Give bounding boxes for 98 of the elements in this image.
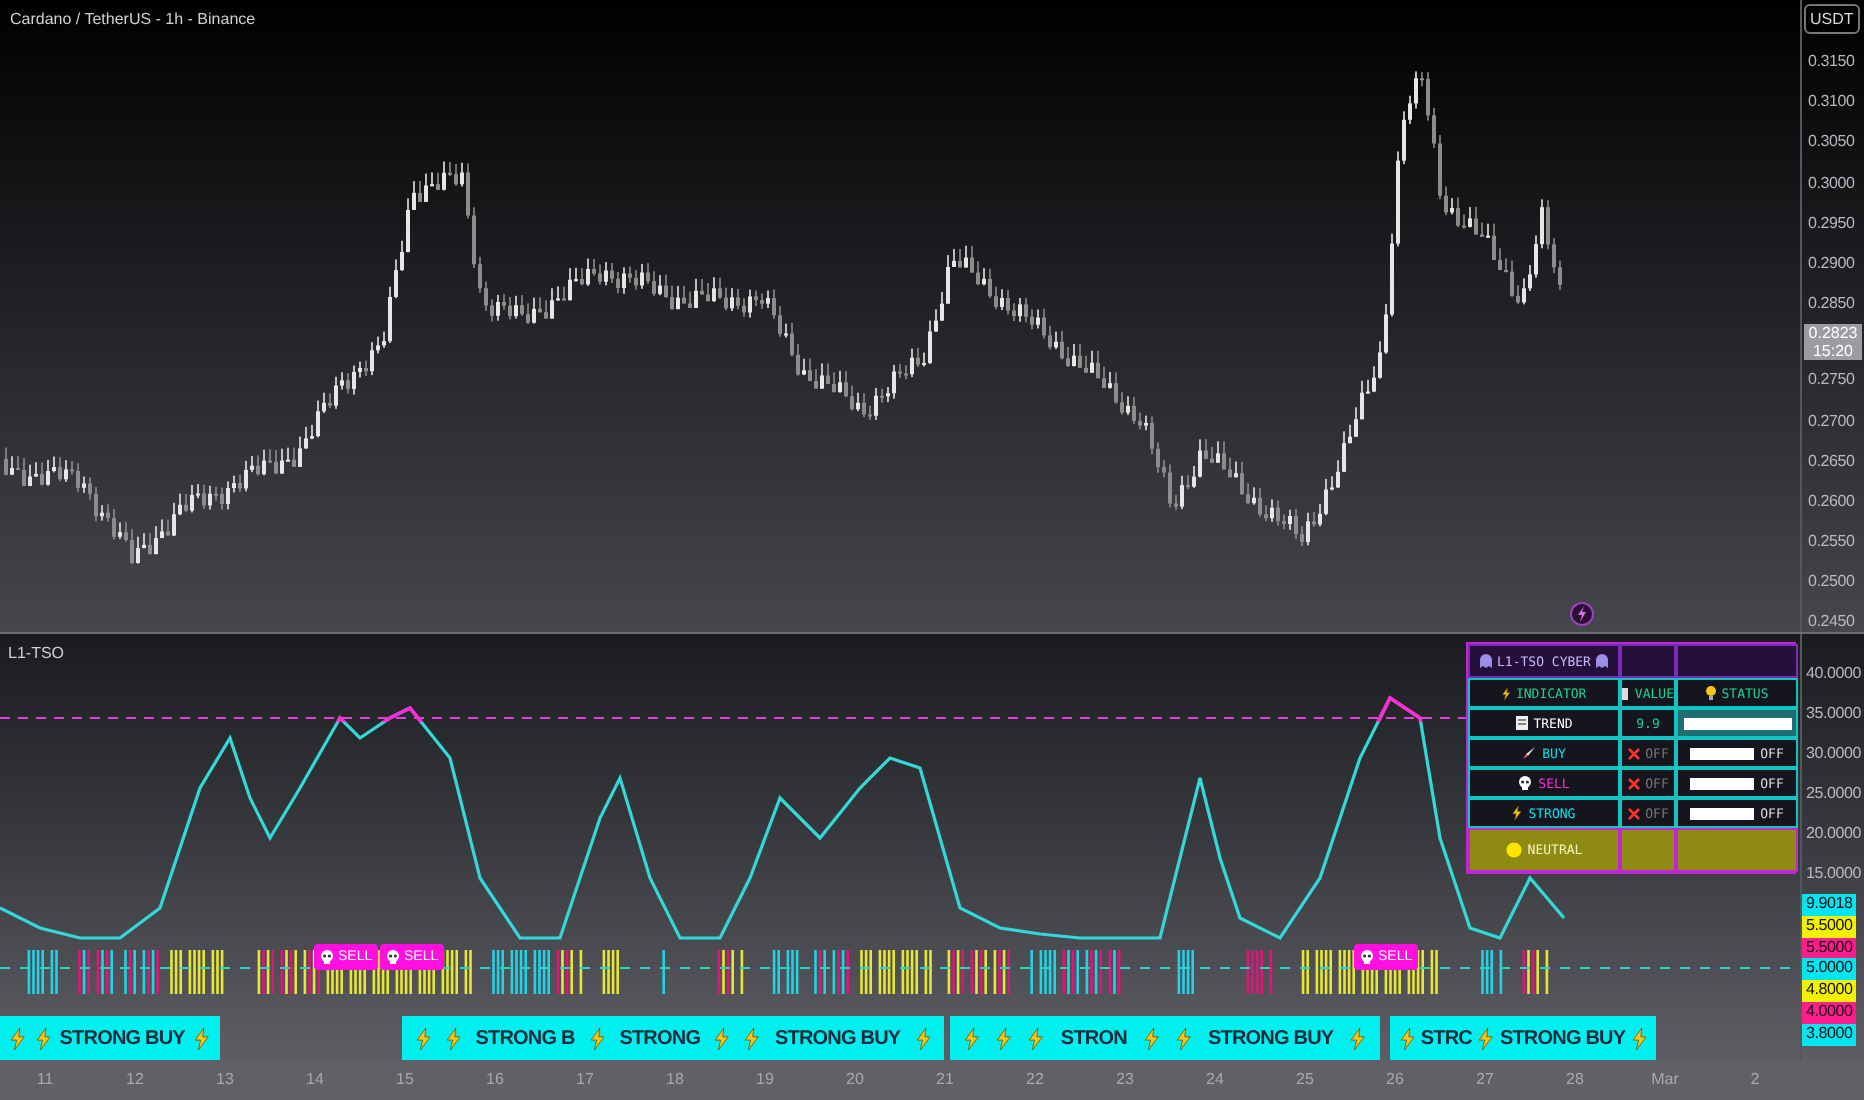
signal-text: STRON	[1060, 1027, 1127, 1049]
time-label: 28	[1564, 1068, 1586, 1092]
lightning-icon	[1631, 1027, 1647, 1049]
bar-countdown: 15:20	[1812, 342, 1854, 361]
indicator-axis-label: 25.0000	[1804, 782, 1862, 806]
price-label: 0.2550	[1806, 530, 1855, 555]
indicator-title: L1-TSO	[8, 644, 65, 662]
indicator-axis-label: 15.0000	[1804, 862, 1862, 886]
signal-text: STRONG B	[475, 1027, 575, 1049]
lightning-icon	[964, 1027, 980, 1049]
ghost-icon	[1479, 654, 1492, 668]
time-label: 27	[1474, 1068, 1496, 1092]
time-label: 22	[1024, 1068, 1046, 1092]
time-label: 26	[1384, 1068, 1406, 1092]
price-label: 0.2900	[1806, 251, 1855, 276]
lightning-icon	[915, 1027, 931, 1049]
time-label: 23	[1114, 1068, 1136, 1092]
price-label: 0.2850	[1806, 292, 1855, 317]
lightning-icon	[1175, 1027, 1192, 1049]
cross-icon	[1627, 807, 1640, 819]
lightning-icon	[445, 1027, 461, 1049]
price-label: 0.2450	[1806, 610, 1855, 635]
ghost-icon	[1596, 654, 1609, 668]
lightning-icon	[194, 1027, 210, 1049]
last-price: 0.2823	[1808, 324, 1858, 343]
value-tag: 9.9018	[1802, 894, 1857, 916]
price-label: 0.3150	[1806, 50, 1855, 74]
circle-icon	[1505, 842, 1522, 858]
time-label: 25	[1294, 1068, 1316, 1092]
cross-icon	[1627, 747, 1640, 759]
time-label: 20	[844, 1068, 866, 1092]
time-label: 19	[754, 1068, 776, 1092]
lightning-icon	[1478, 1027, 1494, 1049]
lightning-icon	[10, 1027, 26, 1049]
lightning-icon	[1143, 1027, 1160, 1049]
lightning-icon	[1350, 1027, 1366, 1049]
indicator-axis-label: 20.0000	[1804, 822, 1862, 846]
lightning-icon	[35, 1027, 51, 1049]
lightbulb-icon	[1705, 686, 1716, 700]
status-bar	[1690, 807, 1755, 819]
price-label: 0.2600	[1806, 489, 1855, 514]
time-label: 14	[304, 1068, 326, 1092]
value-tag: 5.5000	[1802, 915, 1857, 938]
price-label: 0.2750	[1806, 368, 1855, 393]
time-label: 15	[394, 1068, 416, 1092]
lightning-icon	[744, 1027, 761, 1049]
lightning-icon	[714, 1027, 731, 1049]
price-label: 0.2650	[1806, 449, 1855, 474]
value-tag: 5.5000	[1802, 937, 1857, 959]
time-label: Mar	[1649, 1068, 1681, 1092]
time-label: 12	[124, 1068, 146, 1092]
value-tag: 4.8000	[1802, 980, 1857, 1002]
signal-text: STRONG BUY	[1207, 1027, 1334, 1049]
lightning-icon	[1028, 1027, 1045, 1049]
time-label: 24	[1204, 1068, 1226, 1092]
indicator-axis-label: 35.0000	[1804, 702, 1862, 726]
value-tag: 5.0000	[1802, 958, 1857, 981]
time-label: 18	[664, 1068, 686, 1092]
price-label: 0.2950	[1806, 211, 1855, 236]
value-tag: 4.0000	[1802, 1001, 1857, 1024]
lightning-marker-icon[interactable]	[1570, 602, 1594, 626]
time-label: 2	[1748, 1068, 1762, 1092]
lightning-icon	[1512, 806, 1523, 820]
value-tag: 3.8000	[1802, 1023, 1857, 1046]
lightning-icon	[1399, 1027, 1415, 1049]
currency-button[interactable]: USDT	[1804, 4, 1860, 34]
time-label: 13	[214, 1068, 236, 1092]
price-label: 0.3000	[1806, 171, 1855, 196]
indicator-axis-label: 40.0000	[1804, 662, 1862, 686]
signal-text: STRC	[1420, 1027, 1472, 1049]
skull-icon	[386, 950, 400, 964]
skull-icon	[1360, 950, 1374, 964]
price-label: 0.3100	[1806, 90, 1855, 115]
lightning-icon	[996, 1027, 1012, 1049]
indicator-axis-label: 30.0000	[1804, 742, 1862, 766]
price-label: 0.2500	[1806, 570, 1855, 595]
time-label: 16	[484, 1068, 506, 1092]
time-label: 17	[574, 1068, 596, 1092]
signal-text: STRONG	[619, 1027, 701, 1049]
signal-text: STRONG BUY	[59, 1027, 185, 1049]
cross-icon	[1627, 777, 1640, 789]
symbol-title: Cardano / TetherUS - 1h - Binance	[10, 10, 256, 28]
price-label: 0.3050	[1806, 130, 1855, 155]
time-label: 11	[34, 1068, 56, 1092]
signal-text: STRONG BUY	[775, 1027, 901, 1049]
price-label: 0.2700	[1806, 409, 1855, 433]
rocket-icon	[1522, 746, 1537, 760]
status-bar	[1690, 747, 1755, 759]
skull-icon	[1518, 776, 1533, 790]
signal-text: STRONG BUY	[1499, 1027, 1626, 1049]
lightning-icon	[1501, 687, 1510, 699]
lightning-icon	[415, 1027, 431, 1049]
skull-icon	[320, 950, 334, 964]
status-bar	[1690, 777, 1755, 789]
lightning-icon	[589, 1027, 605, 1049]
memo-icon	[1515, 716, 1528, 730]
trend-meter	[1683, 717, 1791, 729]
time-label: 21	[934, 1068, 956, 1092]
